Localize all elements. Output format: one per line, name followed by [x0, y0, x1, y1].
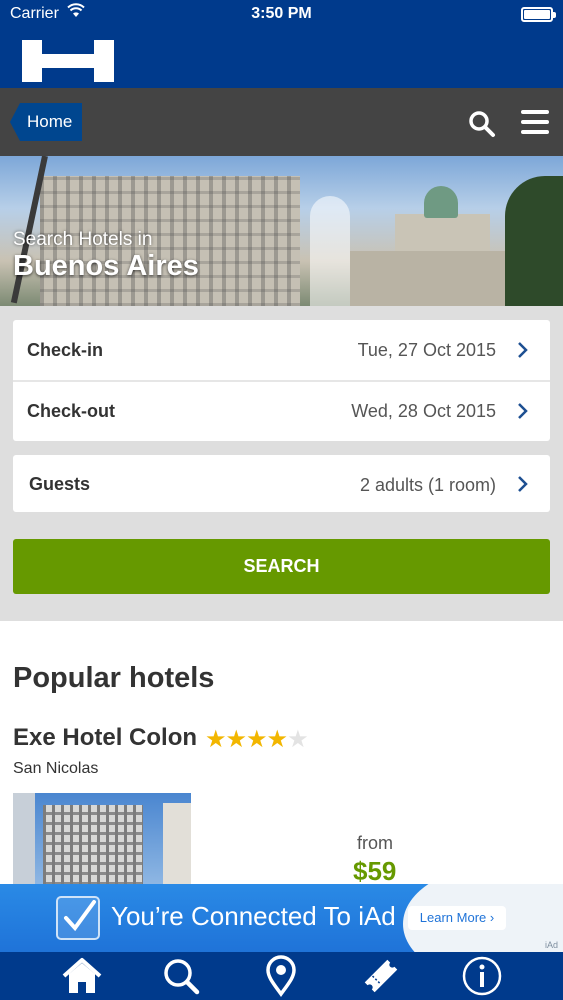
ad-tag: iAd	[544, 940, 558, 950]
star-rating: ★★★★★	[205, 725, 309, 754]
guests-card: Guests 2 adults (1 room)	[13, 455, 550, 512]
ad-text: You’re Connected To iAd	[111, 901, 396, 931]
chevron-right-icon	[518, 476, 528, 492]
price-from-label: from	[357, 833, 393, 853]
checkmark-icon	[56, 896, 100, 940]
home-icon[interactable]	[60, 955, 104, 997]
hero-city-title: Buenos Aires	[13, 250, 199, 282]
hero-subtitle: Search Hotels in	[13, 229, 153, 250]
brand-logo[interactable]	[22, 40, 114, 82]
star-icon: ★	[225, 726, 247, 753]
battery-icon	[521, 7, 556, 22]
hotel-name[interactable]: Exe Hotel Colon	[13, 724, 197, 752]
ticket-icon[interactable]	[359, 955, 403, 997]
hotel-price: $59	[353, 856, 397, 886]
search-button[interactable]: SEARCH	[13, 539, 550, 594]
chevron-right-icon	[518, 403, 528, 419]
search-icon[interactable]	[159, 955, 203, 997]
chevron-right-icon	[518, 342, 528, 358]
location-pin-icon[interactable]	[259, 955, 303, 997]
guests-value: 2 adults (1 room)	[359, 475, 496, 495]
checkout-value: Wed, 28 Oct 2015	[351, 401, 496, 421]
dates-card: Check-in Tue, 27 Oct 2015 Check-out Wed,…	[13, 320, 550, 441]
star-icon: ★	[266, 726, 288, 753]
hotel-area: San Nicolas	[13, 760, 99, 777]
star-empty-icon: ★	[287, 726, 308, 753]
checkin-row[interactable]: Check-in Tue, 27 Oct 2015	[13, 320, 550, 380]
guests-row[interactable]: Guests 2 adults (1 room)	[13, 455, 550, 512]
learn-more-button[interactable]: Learn More ›	[408, 906, 506, 930]
star-icon: ★	[205, 726, 226, 753]
checkout-row[interactable]: Check-out Wed, 28 Oct 2015	[13, 381, 550, 441]
guests-label: Guests	[29, 474, 91, 494]
home-button[interactable]: Home	[10, 103, 82, 141]
checkout-label: Check-out	[27, 401, 116, 421]
menu-icon[interactable]	[521, 110, 549, 136]
hotel-photo[interactable]	[13, 793, 191, 885]
status-bar: Carrier 3:50 PM	[0, 0, 563, 28]
info-icon[interactable]	[460, 955, 504, 997]
status-time: 3:50 PM	[251, 5, 312, 22]
popular-hotels-title: Popular hotels	[13, 662, 215, 694]
star-icon: ★	[246, 726, 267, 753]
search-icon[interactable]	[468, 110, 496, 138]
checkin-value: Tue, 27 Oct 2015	[357, 340, 496, 360]
checkin-label: Check-in	[27, 340, 104, 360]
iad-banner[interactable]: You’re Connected To iAd Learn More › iAd	[0, 884, 563, 952]
